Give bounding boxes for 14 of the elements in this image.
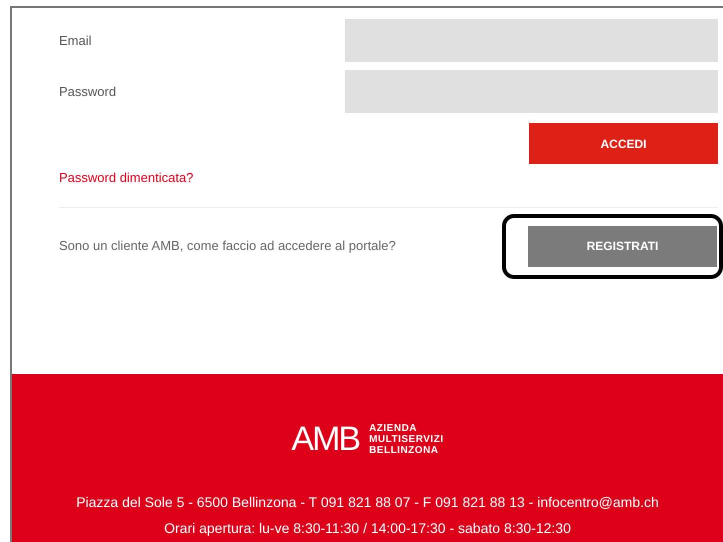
- register-question: Sono un cliente AMB, come faccio ad accedere al portale?: [59, 237, 396, 256]
- field-label: Email: [59, 32, 93, 50]
- logo-text: AZIENDA: [369, 422, 418, 434]
- logo-text: BELLINZONA: [369, 444, 440, 456]
- logo-mark: AMB: [291, 422, 360, 456]
- input-field[interactable]: [345, 70, 718, 113]
- register-button[interactable]: REGISTRATI: [528, 226, 717, 266]
- input-field[interactable]: [345, 19, 718, 62]
- forgot-password-link[interactable]: Password dimenticata?: [59, 168, 194, 188]
- login-button[interactable]: ACCEDI: [529, 123, 718, 164]
- logo-text: MULTISERVIZI: [369, 434, 444, 444]
- footer-hours: Orari apertura: lu-ve 8:30-11:30 / 14:00-17:30 - sabato 8:30-12:30: [164, 519, 571, 538]
- footer-address: Piazza del Sole 5 - 6500 Bellinzona - T 091 821 88 07 - F 091 821 88 13 - infocentro@amb.ch: [76, 493, 659, 512]
- field-label: Password: [59, 82, 118, 101]
